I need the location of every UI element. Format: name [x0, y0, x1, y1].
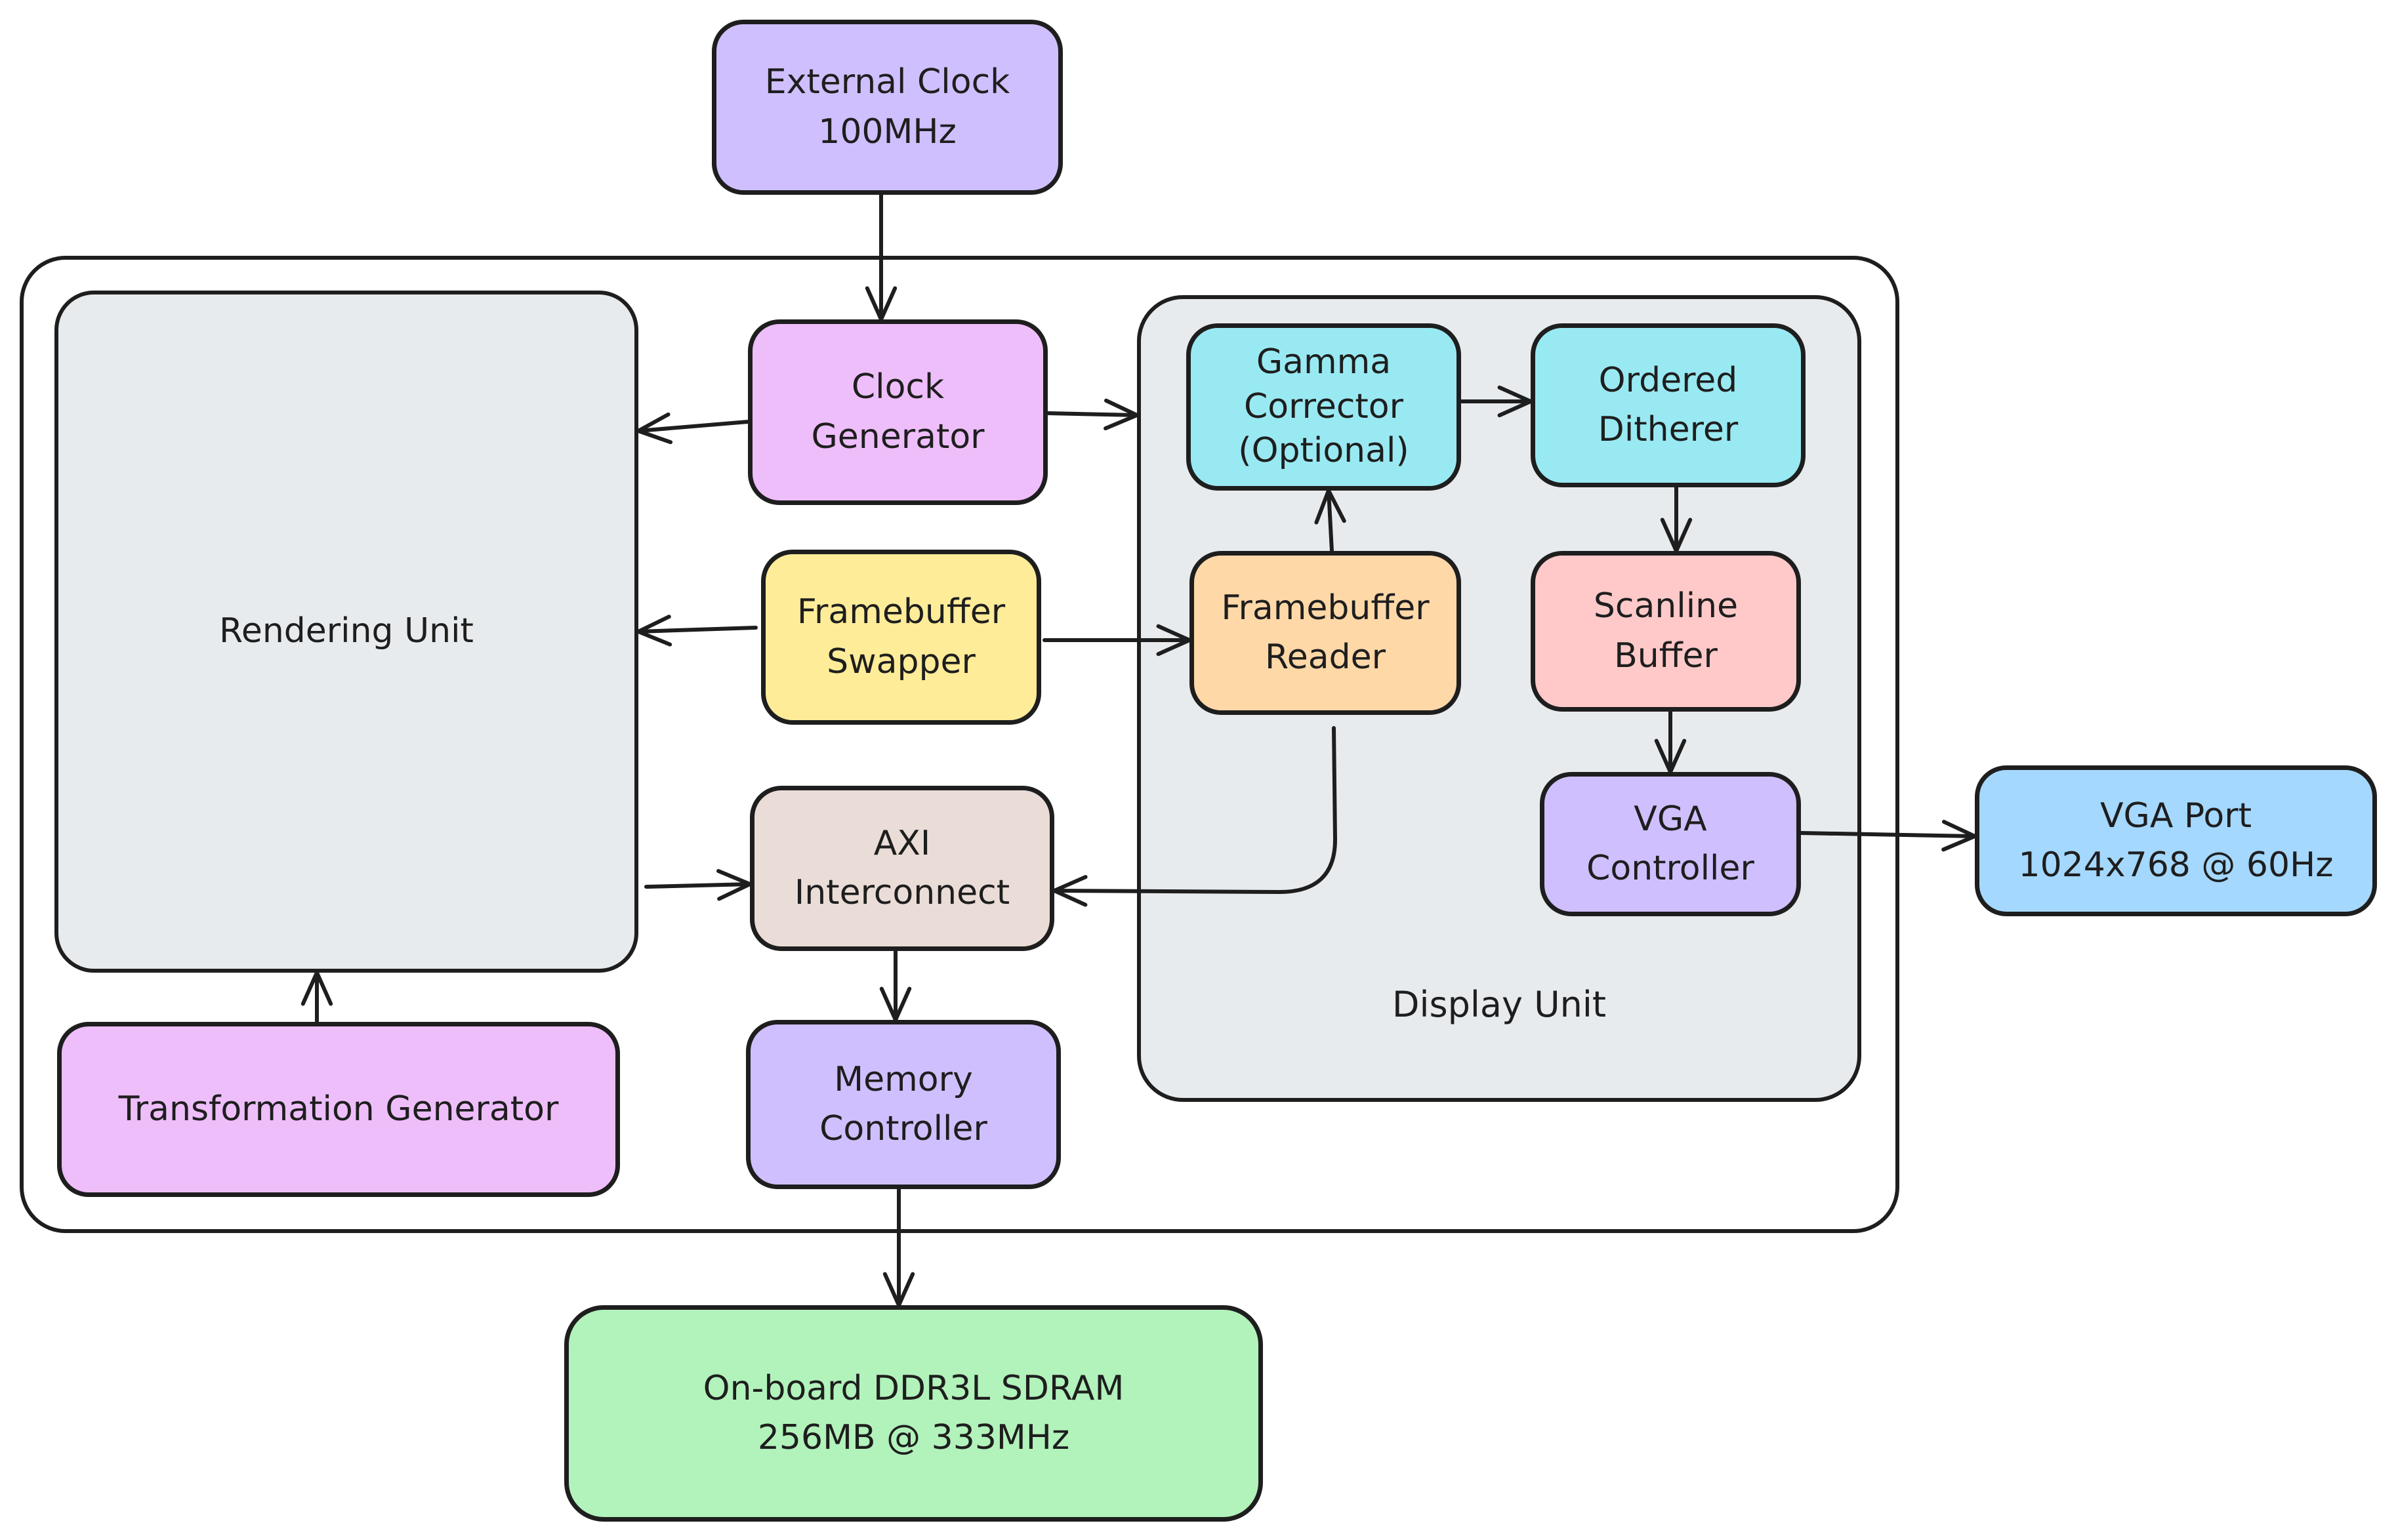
memory-controller-label: Memory Controller: [819, 1059, 987, 1148]
vga-port-node[interactable]: VGA Port 1024x768 @ 60Hz: [1975, 765, 2377, 916]
rendering-unit-node[interactable]: Rendering Unit: [54, 291, 638, 973]
ordered-ditherer-label: Ordered Ditherer: [1598, 360, 1739, 449]
framebuffer-reader-label: Framebuffer Reader: [1221, 588, 1430, 677]
framebuffer-reader-node[interactable]: Framebuffer Reader: [1189, 551, 1461, 715]
transformation-generator-node[interactable]: Transformation Generator: [57, 1022, 620, 1197]
external-clock-node[interactable]: External Clock 100MHz: [712, 20, 1063, 195]
vga-controller-node[interactable]: VGA Controller: [1540, 772, 1801, 916]
ddr3l-sdram-node[interactable]: On-board DDR3L SDRAM 256MB @ 333MHz: [564, 1305, 1263, 1522]
gamma-corrector-label: Gamma Corrector (Optional): [1238, 342, 1409, 471]
external-clock-label: External Clock 100MHz: [764, 62, 1010, 152]
ddr3l-sdram-label: On-board DDR3L SDRAM 256MB @ 333MHz: [703, 1368, 1125, 1457]
clock-generator-node[interactable]: Clock Generator: [748, 319, 1048, 505]
gamma-corrector-node[interactable]: Gamma Corrector (Optional): [1186, 323, 1461, 491]
clock-generator-label: Clock Generator: [811, 367, 985, 456]
arrowhead-icon: [882, 1272, 915, 1307]
framebuffer-swapper-label: Framebuffer Swapper: [796, 592, 1006, 681]
scanline-buffer-node[interactable]: Scanline Buffer: [1531, 551, 1801, 712]
scanline-buffer-label: Scanline Buffer: [1593, 586, 1739, 676]
framebuffer-swapper-node[interactable]: Framebuffer Swapper: [761, 550, 1041, 725]
rendering-unit-label: Rendering Unit: [219, 611, 474, 651]
vga-controller-label: VGA Controller: [1586, 799, 1754, 888]
diagram-canvas: Display Unit External Clock 100MHz Clock…: [0, 0, 2396, 1540]
vga-port-label: VGA Port 1024x768 @ 60Hz: [2018, 796, 2334, 885]
arrowhead-icon: [1941, 819, 1977, 852]
display-unit-label: Display Unit: [1392, 984, 1607, 1025]
axi-interconnect-node[interactable]: AXI Interconnect: [750, 786, 1054, 951]
ordered-ditherer-node[interactable]: Ordered Ditherer: [1531, 323, 1806, 487]
axi-interconnect-label: AXI Interconnect: [794, 823, 1010, 912]
memory-controller-node[interactable]: Memory Controller: [746, 1020, 1061, 1189]
transformation-generator-label: Transformation Generator: [118, 1089, 559, 1129]
